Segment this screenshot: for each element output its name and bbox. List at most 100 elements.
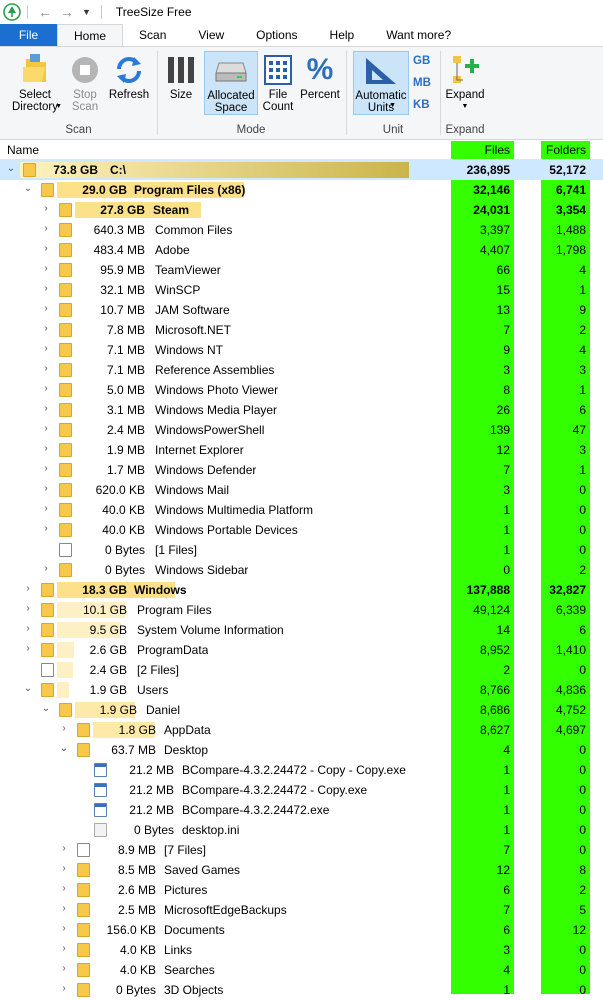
expand-chevron-icon[interactable]: › [58,943,70,954]
expand-chevron-icon[interactable]: › [58,983,70,994]
collapse-chevron-icon[interactable]: ⌄ [22,183,34,194]
tree-row[interactable]: › 95.9 MB TeamViewer 66 4 [0,260,603,280]
expand-chevron-icon[interactable]: › [40,403,52,414]
expand-chevron-icon[interactable]: › [40,343,52,354]
expand-chevron-icon[interactable]: › [58,863,70,874]
header-name[interactable]: Name [7,143,39,157]
tree-row[interactable]: › 2.6 MB Pictures 6 2 [0,880,603,900]
size-mode-button[interactable]: Size [164,51,198,101]
tree-row[interactable]: › 2.4 MB WindowsPowerShell 139 47 [0,420,603,440]
expand-chevron-icon[interactable]: › [40,463,52,474]
expand-chevron-icon[interactable]: › [40,243,52,254]
tab-file[interactable]: File [0,24,57,46]
expand-chevron-icon[interactable]: › [40,423,52,434]
tree-row[interactable]: › 0 Bytes Windows Sidebar 0 2 [0,560,603,580]
tree-row[interactable]: › 10.7 MB JAM Software 13 9 [0,300,603,320]
tree-row[interactable]: ⌄ 1.9 GB Users 8,766 4,836 [0,680,603,700]
tree-row[interactable]: › 2.5 MB MicrosoftEdgeBackups 7 5 [0,900,603,920]
tab-help[interactable]: Help [314,24,371,46]
tree-row[interactable]: › 1.8 GB AppData 8,627 4,697 [0,720,603,740]
unit-kb-button[interactable]: KB [413,99,430,111]
collapse-chevron-icon[interactable]: ⌄ [58,743,70,754]
expand-chevron-icon[interactable]: › [58,923,70,934]
allocated-space-button[interactable]: Allocated Space [204,51,258,115]
tree-row[interactable]: ⌄ 63.7 MB Desktop 4 0 [0,740,603,760]
refresh-button[interactable]: Refresh [106,51,152,101]
tree-row[interactable]: › 1.7 MB Windows Defender 7 1 [0,460,603,480]
tree-row[interactable]: › 3.1 MB Windows Media Player 26 6 [0,400,603,420]
unit-mb-button[interactable]: MB [413,77,431,89]
expand-chevron-icon[interactable]: › [40,523,52,534]
unit-gb-button[interactable]: GB [413,55,430,67]
header-files[interactable]: Files [451,141,514,159]
expand-chevron-icon[interactable]: › [40,263,52,274]
tree-row[interactable]: ⌄ 73.8 GB C:\ 236,895 52,172 [0,160,603,180]
tree-row[interactable]: 0 Bytes desktop.ini 1 0 [0,820,603,840]
expand-chevron-icon[interactable]: › [58,883,70,894]
percent-button[interactable]: % Percent [298,51,342,102]
tab-options[interactable]: Options [240,24,313,46]
tree-row[interactable]: 21.2 MB BCompare-4.3.2.24472.exe 1 0 [0,800,603,820]
back-arrow-icon[interactable]: ← [38,4,52,20]
tree-row[interactable]: › 9.5 GB System Volume Information 14 6 [0,620,603,640]
expand-chevron-icon[interactable]: › [40,383,52,394]
tree-row[interactable]: › 0 Bytes 3D Objects 1 0 [0,980,603,1000]
tree-row[interactable]: ⌄ 29.0 GB Program Files (x86) 32,146 6,7… [0,180,603,200]
expand-chevron-icon[interactable]: › [58,903,70,914]
quick-access-dropdown-icon[interactable]: ▼ [82,7,91,17]
stop-scan-button[interactable]: Stop Scan [68,51,102,113]
expand-chevron-icon[interactable]: › [58,723,70,734]
expand-chevron-icon[interactable]: › [40,223,52,234]
expand-chevron-icon[interactable]: › [58,843,70,854]
expand-chevron-icon[interactable]: › [40,323,52,334]
tab-want-more[interactable]: Want more? [370,24,467,46]
tree-row[interactable]: › 5.0 MB Windows Photo Viewer 8 1 [0,380,603,400]
tree-row[interactable]: › 10.1 GB Program Files 49,124 6,339 [0,600,603,620]
collapse-chevron-icon[interactable]: ⌄ [22,683,34,694]
automatic-units-button[interactable]: Automatic Units ▼ [353,51,409,115]
expand-chevron-icon[interactable]: › [22,583,34,594]
tree-row[interactable]: › 7.1 MB Windows NT 9 4 [0,340,603,360]
expand-chevron-icon[interactable]: › [40,483,52,494]
tree-row[interactable]: › 18.3 GB Windows 137,888 32,827 [0,580,603,600]
select-directory-button[interactable]: Select Directory ▼ [6,51,64,113]
tree-row[interactable]: › 32.1 MB WinSCP 15 1 [0,280,603,300]
collapse-chevron-icon[interactable]: ⌄ [40,703,52,714]
tree-row[interactable]: › 4.0 KB Links 3 0 [0,940,603,960]
expand-chevron-icon[interactable]: › [58,963,70,974]
tree-row[interactable]: › 4.0 KB Searches 4 0 [0,960,603,980]
tree-row[interactable]: › 2.6 GB ProgramData 8,952 1,410 [0,640,603,660]
expand-chevron-icon[interactable]: › [40,303,52,314]
tree-row[interactable]: ⌄ 1.9 GB Daniel 8,686 4,752 [0,700,603,720]
file-count-button[interactable]: File Count [260,51,296,113]
tree-row[interactable]: › 40.0 KB Windows Portable Devices 1 0 [0,520,603,540]
forward-arrow-icon[interactable]: → [60,4,74,20]
tree-row[interactable]: › 483.4 MB Adobe 4,407 1,798 [0,240,603,260]
tree-row[interactable]: 21.2 MB BCompare-4.3.2.24472 - Copy.exe 1 0 [0,780,603,800]
tree-row[interactable]: 21.2 MB BCompare-4.3.2.24472 - Copy - Cop… [0,760,603,780]
tree-row[interactable]: › 7.8 MB Microsoft.NET 7 2 [0,320,603,340]
tree-view[interactable]: ⌄ 73.8 GB C:\ 236,895 52,172 ⌄ 29.0 GB P… [0,160,603,1000]
expand-chevron-icon[interactable]: › [40,503,52,514]
collapse-chevron-icon[interactable]: ⌄ [5,163,17,174]
expand-chevron-icon[interactable]: › [40,563,52,574]
tab-scan[interactable]: Scan [123,24,182,46]
tree-row[interactable]: › 40.0 KB Windows Multimedia Platform 1 0 [0,500,603,520]
tree-row[interactable]: › 8.9 MB [7 Files] 7 0 [0,840,603,860]
expand-chevron-icon[interactable]: › [40,363,52,374]
tree-row[interactable]: 0 Bytes [1 Files] 1 0 [0,540,603,560]
tree-row[interactable]: › 620.0 KB Windows Mail 3 0 [0,480,603,500]
expand-chevron-icon[interactable]: › [40,203,52,214]
expand-chevron-icon[interactable]: › [40,283,52,294]
expand-button[interactable]: Expand ▼ [443,51,487,113]
expand-chevron-icon[interactable]: › [22,643,34,654]
tree-row[interactable]: › 8.5 MB Saved Games 12 8 [0,860,603,880]
expand-chevron-icon[interactable]: › [40,443,52,454]
header-folders[interactable]: Folders [541,141,590,159]
expand-chevron-icon[interactable]: › [22,623,34,634]
tab-home[interactable]: Home [57,24,124,46]
tab-view[interactable]: View [182,24,240,46]
tree-row[interactable]: › 7.1 MB Reference Assemblies 3 3 [0,360,603,380]
tree-row[interactable]: › 640.3 MB Common Files 3,397 1,488 [0,220,603,240]
tree-row[interactable]: › 27.8 GB Steam 24,031 3,354 [0,200,603,220]
